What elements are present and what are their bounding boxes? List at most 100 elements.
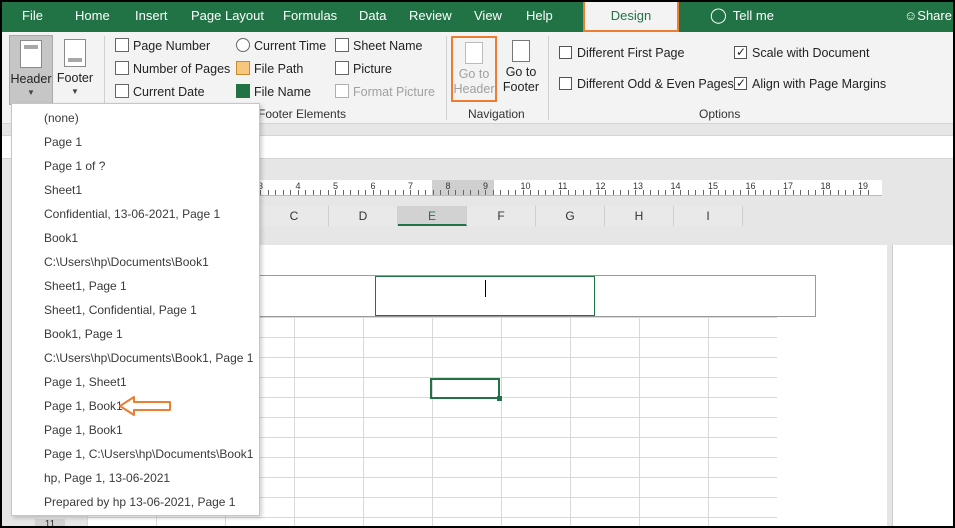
- current-time-button[interactable]: Current Time: [236, 36, 326, 56]
- current-date-button[interactable]: Current Date: [115, 82, 205, 102]
- group-label-footer-elements: Footer Elements: [258, 107, 347, 121]
- different-first-page-checkbox[interactable]: Different First Page: [559, 44, 684, 62]
- align-with-margins-label: Align with Page Margins: [752, 77, 887, 91]
- ruler-tick: [462, 190, 464, 195]
- format-picture-label: Format Picture: [353, 85, 435, 99]
- dropdown-item[interactable]: C:\Users\hp\Documents\Book1, Page 1: [12, 346, 259, 370]
- tab-formulas[interactable]: Formulas: [283, 2, 337, 32]
- ruler-tick: [507, 190, 509, 195]
- ruler-tick: [515, 190, 516, 195]
- file-path-label: File Path: [254, 62, 304, 76]
- dropdown-item[interactable]: hp, Page 1, 13-06-2021: [12, 466, 259, 490]
- dropdown-item[interactable]: Page 1: [12, 130, 259, 154]
- ruler-tick: [762, 190, 764, 195]
- column-header-d[interactable]: D: [329, 206, 398, 226]
- tab-insert[interactable]: Insert: [135, 2, 168, 32]
- tell-me-label: Tell me: [732, 8, 774, 23]
- dropdown-item[interactable]: Sheet1, Page 1: [12, 274, 259, 298]
- number-of-pages-label: Number of Pages: [133, 62, 231, 76]
- tab-review[interactable]: Review: [409, 2, 452, 32]
- different-first-page-label: Different First Page: [577, 46, 685, 60]
- clock-icon: [236, 38, 250, 52]
- column-header-e[interactable]: E: [398, 206, 467, 226]
- tab-home[interactable]: Home: [75, 2, 110, 32]
- tab-help[interactable]: Help: [526, 2, 553, 32]
- file-path-button[interactable]: File Path: [236, 59, 303, 79]
- header-center-section[interactable]: [375, 276, 595, 316]
- column-header-f[interactable]: F: [467, 206, 536, 226]
- different-odd-even-checkbox[interactable]: Different Odd & Even Pages: [559, 75, 734, 93]
- ruler-tick: [305, 190, 306, 195]
- ruler-tick: [410, 190, 411, 195]
- checkbox-icon: [559, 46, 572, 59]
- column-header-c[interactable]: C: [260, 206, 329, 226]
- sheet-name-button[interactable]: Sheet Name: [335, 36, 422, 56]
- ruler-tick: [470, 190, 471, 195]
- footer-icon: [64, 39, 86, 67]
- ruler-tick: [605, 190, 606, 195]
- ruler-tick: [725, 190, 726, 195]
- divider: [446, 36, 447, 120]
- share-button[interactable]: ☺Share: [904, 2, 952, 32]
- ruler-tick: [485, 190, 486, 195]
- ruler-tick: [785, 190, 786, 195]
- ruler-tick: [417, 190, 419, 195]
- column-header-i[interactable]: I: [674, 206, 743, 226]
- active-cell[interactable]: [430, 378, 502, 401]
- ruler-tick: [822, 190, 824, 195]
- ruler-tick: [612, 190, 614, 195]
- ruler-tick: [845, 190, 846, 195]
- ruler-tick: [522, 190, 524, 195]
- dropdown-item[interactable]: Page 1, Book1: [12, 418, 259, 442]
- tell-me-box[interactable]: ◯ Tell me: [710, 2, 774, 32]
- file-name-label: File Name: [254, 85, 311, 99]
- ruler-tick: [372, 190, 374, 195]
- tab-data[interactable]: Data: [359, 2, 386, 32]
- header-button-label: Header: [10, 72, 52, 86]
- go-to-footer-label-2: Footer: [502, 80, 540, 94]
- file-name-button[interactable]: File Name: [236, 82, 311, 102]
- tab-design[interactable]: Design: [583, 2, 679, 32]
- ruler-tick: [657, 190, 659, 195]
- tab-view[interactable]: View: [474, 2, 502, 32]
- ruler-tick: [807, 190, 809, 195]
- ruler-tick: [717, 190, 719, 195]
- ruler-tick: [620, 190, 621, 195]
- dropdown-item[interactable]: Page 1, C:\Users\hp\Documents\Book1: [12, 442, 259, 466]
- ruler-tick: [567, 190, 569, 195]
- dropdown-item[interactable]: Book1, Page 1: [12, 322, 259, 346]
- ruler-tick: [402, 190, 404, 195]
- divider: [548, 36, 549, 120]
- header-button[interactable]: Header ▼: [9, 35, 53, 105]
- ruler-tick: [672, 190, 674, 195]
- dropdown-item[interactable]: Book1: [12, 226, 259, 250]
- dropdown-item[interactable]: Page 1, Sheet1: [12, 370, 259, 394]
- ruler-tick: [387, 190, 389, 195]
- footer-button[interactable]: Footer ▼: [53, 35, 97, 103]
- align-with-margins-checkbox[interactable]: Align with Page Margins: [734, 74, 887, 93]
- go-to-footer-button[interactable]: Go to Footer: [498, 36, 544, 102]
- dropdown-item[interactable]: (none): [12, 106, 259, 130]
- column-header-g[interactable]: G: [536, 206, 605, 226]
- dropdown-item[interactable]: Sheet1, Confidential, Page 1: [12, 298, 259, 322]
- footer-button-label: Footer: [56, 71, 94, 85]
- dropdown-item[interactable]: C:\Users\hp\Documents\Book1: [12, 250, 259, 274]
- row-header[interactable]: 11: [35, 519, 65, 526]
- tab-file[interactable]: File: [22, 2, 43, 32]
- column-header-h[interactable]: H: [605, 206, 674, 226]
- share-label: Share: [917, 8, 952, 23]
- ruler-tick: [492, 190, 494, 195]
- ruler-tick: [350, 190, 351, 195]
- dropdown-item[interactable]: Prepared by hp 13-06-2021, Page 1: [12, 490, 259, 514]
- ruler-tick: [710, 190, 711, 195]
- tab-page-layout[interactable]: Page Layout: [191, 2, 264, 32]
- picture-button[interactable]: Picture: [335, 59, 392, 79]
- ruler-tick: [425, 190, 426, 195]
- dropdown-item[interactable]: Confidential, 13-06-2021, Page 1: [12, 202, 259, 226]
- number-of-pages-button[interactable]: Number of Pages: [115, 59, 230, 79]
- page-number-button[interactable]: Page Number: [115, 36, 210, 56]
- dropdown-item[interactable]: Sheet1: [12, 178, 259, 202]
- orange-arrow-icon: [119, 396, 171, 416]
- scale-with-document-checkbox[interactable]: Scale with Document: [734, 43, 869, 62]
- dropdown-item[interactable]: Page 1 of ?: [12, 154, 259, 178]
